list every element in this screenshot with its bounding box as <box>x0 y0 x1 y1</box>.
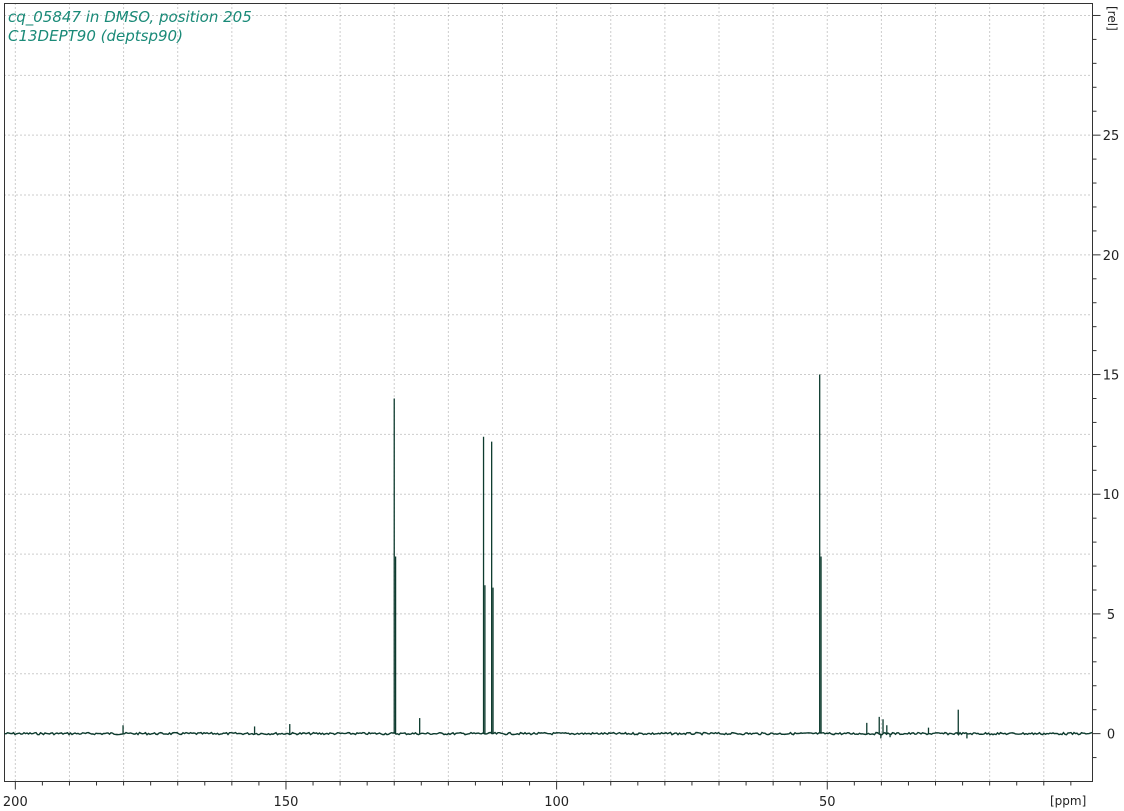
x-tick-label: 50 <box>819 795 836 810</box>
plot-frame <box>4 3 1093 782</box>
experiment-title: C13DEPT90 (deptsp90) <box>8 27 183 45</box>
x-tick-label: 200 <box>3 795 28 810</box>
y-tick-label: 15 <box>1103 369 1120 384</box>
y-tick-label: 10 <box>1103 488 1120 503</box>
y-axis: 0 5 10 15 20 25 <box>1092 14 1120 759</box>
y-tick-label: 5 <box>1107 608 1115 623</box>
x-tick-label: 100 <box>544 795 569 810</box>
y-axis-unit-label: [rel] <box>1105 6 1119 31</box>
y-tick-label: 20 <box>1103 249 1120 264</box>
y-tick-label: 0 <box>1107 728 1115 743</box>
spectrum-chart: 200 150 100 50 0 5 10 15 20 25 cq_05847 in DMSO,… <box>3 3 1120 810</box>
grid-layer <box>4 3 1093 782</box>
x-axis: 200 150 100 50 <box>3 781 1072 810</box>
spectrum-layer <box>4 374 1093 739</box>
x-axis-unit-label: [ppm] <box>1050 794 1086 808</box>
y-tick-label: 25 <box>1103 129 1120 144</box>
sample-title: cq_05847 in DMSO, position 205 <box>8 8 252 27</box>
x-tick-label: 150 <box>274 795 299 810</box>
